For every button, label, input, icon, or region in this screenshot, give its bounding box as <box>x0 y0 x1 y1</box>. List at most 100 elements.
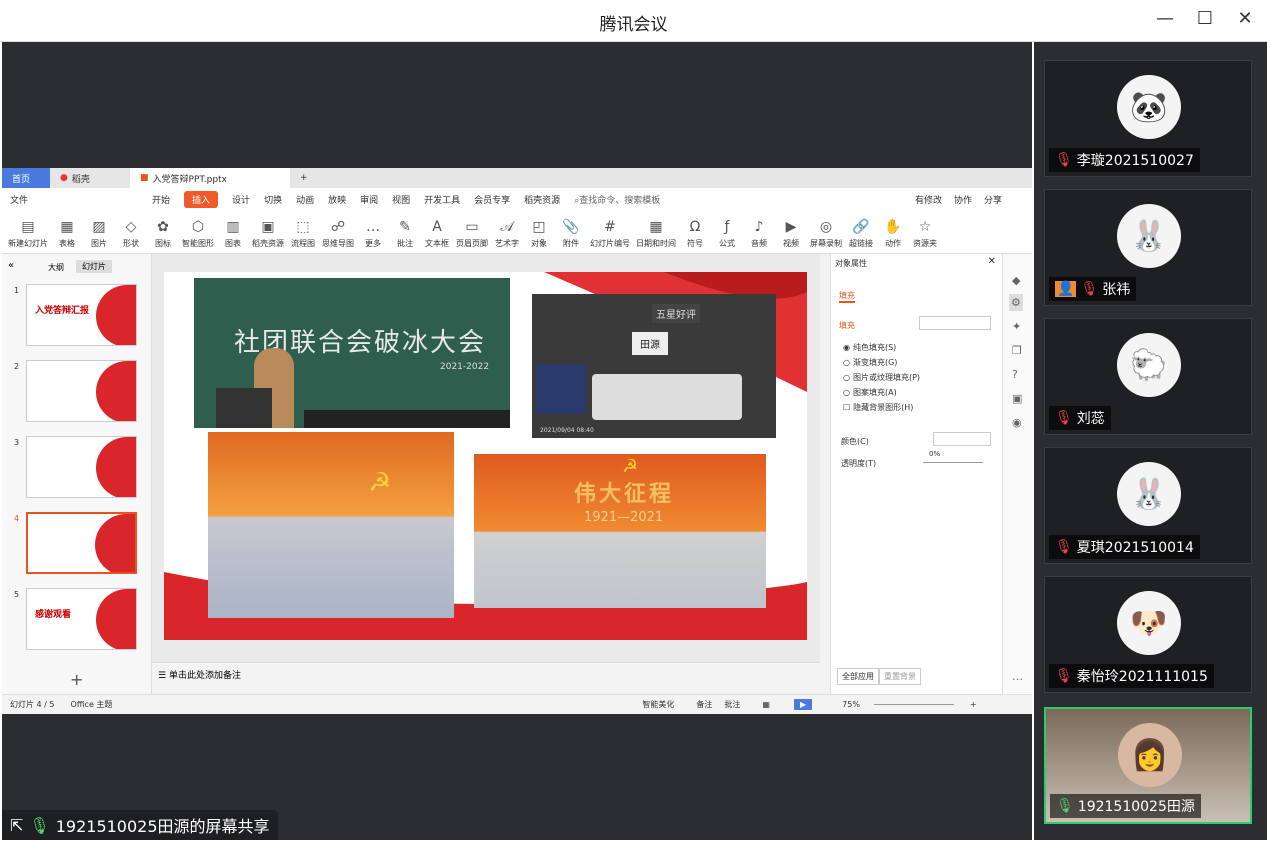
ribbon-button[interactable]: ☆ 资源夹 <box>912 210 938 253</box>
location-icon[interactable]: ◉ <box>1012 416 1022 429</box>
ribbon-label: 思维导图 <box>322 239 354 248</box>
ribbon-button[interactable]: # 幻灯片编号 <box>590 210 630 253</box>
photo-chalkboard[interactable]: 社团联合会破冰大会 2021-2022 <box>194 278 510 428</box>
ribbon-button[interactable]: ▨ 图片 <box>86 210 112 253</box>
slide-thumbnail[interactable] <box>26 360 137 422</box>
notes-button[interactable]: 备注 <box>696 699 712 710</box>
ribbon-button[interactable]: ◇ 形状 <box>118 210 144 253</box>
share-button[interactable]: 分享 <box>984 193 1002 206</box>
notes-area[interactable]: ☰ 单击此处添加备注 <box>152 662 820 684</box>
fill-option[interactable]: ☐ 隐藏背景图形(H) <box>843 402 913 413</box>
slide-thumbnail[interactable] <box>26 436 137 498</box>
modified-button[interactable]: 有修改 <box>915 193 942 206</box>
ribbon-button[interactable]: 𝒜 艺术字 <box>494 210 520 253</box>
fill-option[interactable]: ◉ 纯色填充(S) <box>843 342 896 353</box>
smart-beautify-button[interactable]: 智能美化 <box>642 699 674 710</box>
menu-slideshow[interactable]: 放映 <box>328 193 346 206</box>
fill-option[interactable]: ○ 渐变填充(G) <box>843 357 897 368</box>
menu-developer[interactable]: 开发工具 <box>424 193 460 206</box>
ribbon-button[interactable]: ƒ 公式 <box>714 210 740 253</box>
comment-button[interactable]: 批注 <box>724 699 740 710</box>
play-button[interactable]: ▶ <box>793 699 813 710</box>
menu-file[interactable]: 文件 <box>10 193 28 206</box>
ribbon-button[interactable]: ▦ 表格 <box>54 210 80 253</box>
style-icon[interactable]: ◆ <box>1012 274 1020 287</box>
menu-view[interactable]: 视图 <box>392 193 410 206</box>
ribbon-button[interactable]: ▣ 稻壳资源 <box>252 210 284 253</box>
transparency-slider[interactable] <box>923 462 983 463</box>
menu-transition[interactable]: 切换 <box>264 193 282 206</box>
ribbon-button[interactable]: Ω 符号 <box>682 210 708 253</box>
menu-review[interactable]: 审阅 <box>360 193 378 206</box>
ribbon-button[interactable]: ☍ 思维导图 <box>322 210 354 253</box>
zoom-in-button[interactable]: + <box>970 700 977 709</box>
ribbon-button[interactable]: ⬡ 智能图形 <box>182 210 214 253</box>
tab-slides[interactable]: 幻灯片 <box>76 260 112 273</box>
copy-icon[interactable]: ❐ <box>1012 344 1022 357</box>
search-box[interactable]: ⌕查找命令、搜索模板 <box>574 193 660 206</box>
reset-background-button[interactable]: 重置背景 <box>879 668 921 685</box>
properties-icon[interactable]: ⚙ <box>1009 294 1023 311</box>
fill-option[interactable]: ○ 图片或纹理填充(P) <box>843 372 920 383</box>
photo-desk[interactable]: 五星好评 田源 2021/09/04 08:40 <box>532 294 776 438</box>
ribbon-button[interactable]: ▦ 日期和时间 <box>636 210 676 253</box>
props-close-icon[interactable]: ✕ <box>988 256 996 267</box>
ribbon-button[interactable]: ▥ 图表 <box>220 210 246 253</box>
add-slide-button[interactable]: + <box>70 670 83 689</box>
tab-outline[interactable]: 大纲 <box>48 262 64 273</box>
image-icon[interactable]: ▣ <box>1012 392 1022 405</box>
fill-dropdown[interactable] <box>919 316 991 330</box>
ribbon-button[interactable]: ▤ 新建幻灯片 <box>8 210 48 253</box>
tab-docer[interactable]: ● 稻壳 <box>50 168 130 188</box>
participant-tile[interactable]: 🐶 🎙 秦怡玲2021111015 <box>1044 576 1252 693</box>
new-tab-button[interactable]: + <box>290 168 318 188</box>
menu-start[interactable]: 开始 <box>152 193 170 206</box>
close-button[interactable]: ✕ <box>1233 8 1257 29</box>
maximize-button[interactable]: ☐ <box>1193 8 1217 29</box>
participant-tile[interactable]: 🐼 🎙 李璇2021510027 <box>1044 60 1252 177</box>
ribbon-button[interactable]: ▭ 页眉页脚 <box>456 210 488 253</box>
menu-design[interactable]: 设计 <box>232 193 250 206</box>
fill-option[interactable]: ○ 图案填充(A) <box>843 387 897 398</box>
animation-icon[interactable]: ✦ <box>1012 320 1021 333</box>
more-icon[interactable]: … <box>1012 670 1023 683</box>
ribbon-button[interactable]: 🔗 超链接 <box>848 210 874 253</box>
tab-document[interactable]: ■ 入党答辩PPT.pptx <box>130 168 290 188</box>
slide-thumbnail[interactable]: 感谢观看 <box>26 588 137 650</box>
menu-animation[interactable]: 动画 <box>296 193 314 206</box>
participant-tile[interactable]: 👩 🎙 1921510025田源 <box>1044 707 1252 824</box>
menu-docer-resources[interactable]: 稻壳资源 <box>524 193 560 206</box>
fill-tab[interactable]: 填充 <box>839 290 855 303</box>
apply-all-button[interactable]: 全部应用 <box>837 668 879 685</box>
photo-group[interactable]: ☭ <box>208 432 454 618</box>
participant-tile[interactable]: 🐰 🎙 夏琪2021510014 <box>1044 447 1252 564</box>
ribbon-button[interactable]: ◎ 屏幕录制 <box>810 210 842 253</box>
ribbon-button[interactable]: 📎 附件 <box>558 210 584 253</box>
slide-thumbnail[interactable]: 入党答辩汇报 <box>26 284 137 346</box>
minimize-button[interactable]: — <box>1153 8 1177 29</box>
ribbon-button[interactable]: ✎ 批注 <box>392 210 418 253</box>
menu-member[interactable]: 会员专享 <box>474 193 510 206</box>
participant-tile[interactable]: 🐰 👤 🎙 张祎 <box>1044 189 1252 306</box>
color-picker[interactable] <box>933 432 991 446</box>
ribbon-button[interactable]: ◰ 对象 <box>526 210 552 253</box>
ribbon-label: 资源夹 <box>913 239 937 248</box>
participant-tile[interactable]: 🐑 🎙 刘蕊 <box>1044 318 1252 435</box>
ribbon-button[interactable]: ✿ 图标 <box>150 210 176 253</box>
ribbon-button[interactable]: ⬚ 流程图 <box>290 210 316 253</box>
panel-collapse-icon[interactable]: « <box>8 260 14 271</box>
normal-view-icon[interactable]: ▦ <box>762 700 770 709</box>
collaborate-button[interactable]: 协作 <box>954 193 972 206</box>
slide-thumbnail[interactable] <box>26 512 137 574</box>
ribbon-button[interactable]: ♪ 音频 <box>746 210 772 253</box>
current-slide[interactable]: 社团联合会破冰大会 2021-2022 五星好评 田源 2021/09/04 0… <box>164 272 807 640</box>
zoom-slider[interactable] <box>873 704 954 705</box>
ribbon-button[interactable]: ✋ 动作 <box>880 210 906 253</box>
menu-insert[interactable]: 插入 <box>184 190 219 208</box>
ribbon-button[interactable]: … 更多 <box>360 210 386 253</box>
photo-banner[interactable]: ☭ 伟大征程 1921—2021 <box>474 454 766 608</box>
tab-home[interactable]: 首页 <box>2 168 50 188</box>
ribbon-button[interactable]: A 文本框 <box>424 210 450 253</box>
help-icon[interactable]: ? <box>1012 368 1018 381</box>
ribbon-button[interactable]: ▶ 视频 <box>778 210 804 253</box>
